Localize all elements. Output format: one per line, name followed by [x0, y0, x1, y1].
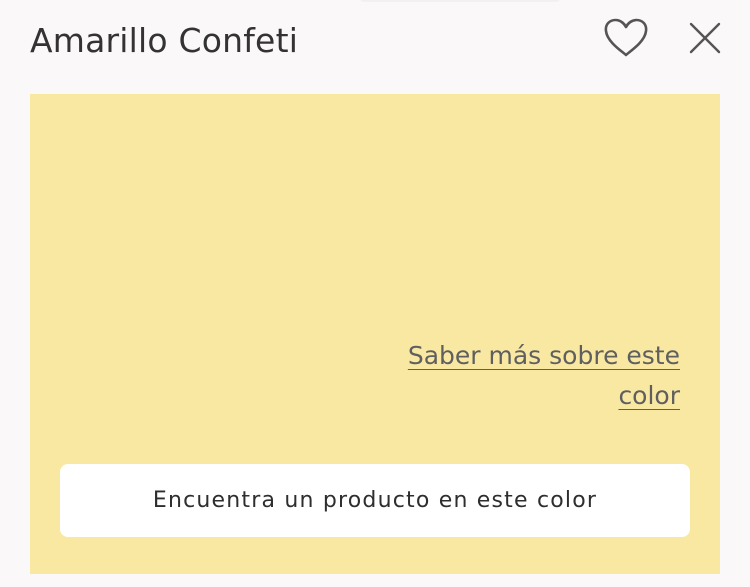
learn-more-link[interactable]: Saber más sobre este color — [360, 336, 680, 416]
color-swatch: Saber más sobre este color Encuentra un … — [30, 94, 720, 574]
heart-icon — [604, 18, 648, 57]
find-product-button[interactable]: Encuentra un producto en este color — [60, 464, 690, 537]
favorite-button[interactable] — [602, 14, 650, 62]
color-title: Amarillo Confeti — [30, 21, 299, 60]
modal-header: Amarillo Confeti — [0, 0, 750, 94]
close-button[interactable] — [681, 14, 729, 62]
close-icon — [689, 22, 721, 54]
